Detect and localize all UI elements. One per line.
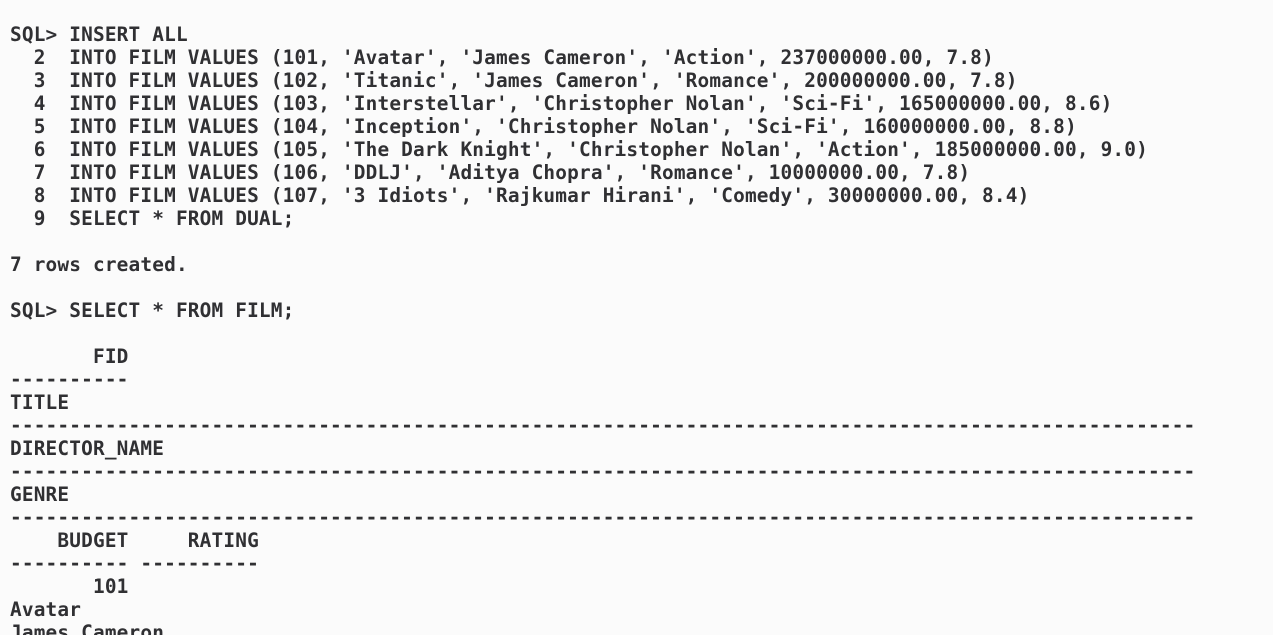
column-underline-genre: ----------------------------------------… xyxy=(10,506,1196,529)
insert-line-7: 7 INTO FILM VALUES (106, 'DDLJ', 'Aditya… xyxy=(10,161,971,184)
row-value-director-name: James Cameron xyxy=(10,621,165,635)
column-header-fid: FID xyxy=(10,345,129,368)
prompt-select-film: SQL> SELECT * FROM FILM; xyxy=(10,299,295,322)
column-header-budget-rating: BUDGET RATING xyxy=(10,529,259,552)
column-underline-title: ----------------------------------------… xyxy=(10,414,1196,437)
insert-line-6: 6 INTO FILM VALUES (105, 'The Dark Knigh… xyxy=(10,138,1148,161)
insert-line-3: 3 INTO FILM VALUES (102, 'Titanic', 'Jam… xyxy=(10,69,1018,92)
column-header-genre: GENRE xyxy=(10,483,70,506)
select-from-dual-line: 9 SELECT * FROM DUAL; xyxy=(10,207,295,230)
row-value-fid: 101 xyxy=(10,575,129,598)
sqlplus-terminal[interactable]: SQL> INSERT ALL 2 INTO FILM VALUES (101,… xyxy=(0,0,1273,635)
column-underline-fid: ---------- xyxy=(10,368,129,391)
rows-created-message: 7 rows created. xyxy=(10,253,188,276)
prompt-insert-all: SQL> INSERT ALL xyxy=(10,23,188,46)
insert-line-8: 8 INTO FILM VALUES (107, '3 Idiots', 'Ra… xyxy=(10,184,1030,207)
column-header-director-name: DIRECTOR_NAME xyxy=(10,437,165,460)
row-value-title: Avatar xyxy=(10,598,82,621)
column-underline-budget-rating: ---------- ---------- xyxy=(10,552,259,575)
column-underline-director-name: ----------------------------------------… xyxy=(10,460,1196,483)
insert-line-5: 5 INTO FILM VALUES (104, 'Inception', 'C… xyxy=(10,115,1077,138)
insert-line-4: 4 INTO FILM VALUES (103, 'Interstellar',… xyxy=(10,92,1113,115)
insert-line-2: 2 INTO FILM VALUES (101, 'Avatar', 'Jame… xyxy=(10,46,994,69)
column-header-title: TITLE xyxy=(10,391,70,414)
